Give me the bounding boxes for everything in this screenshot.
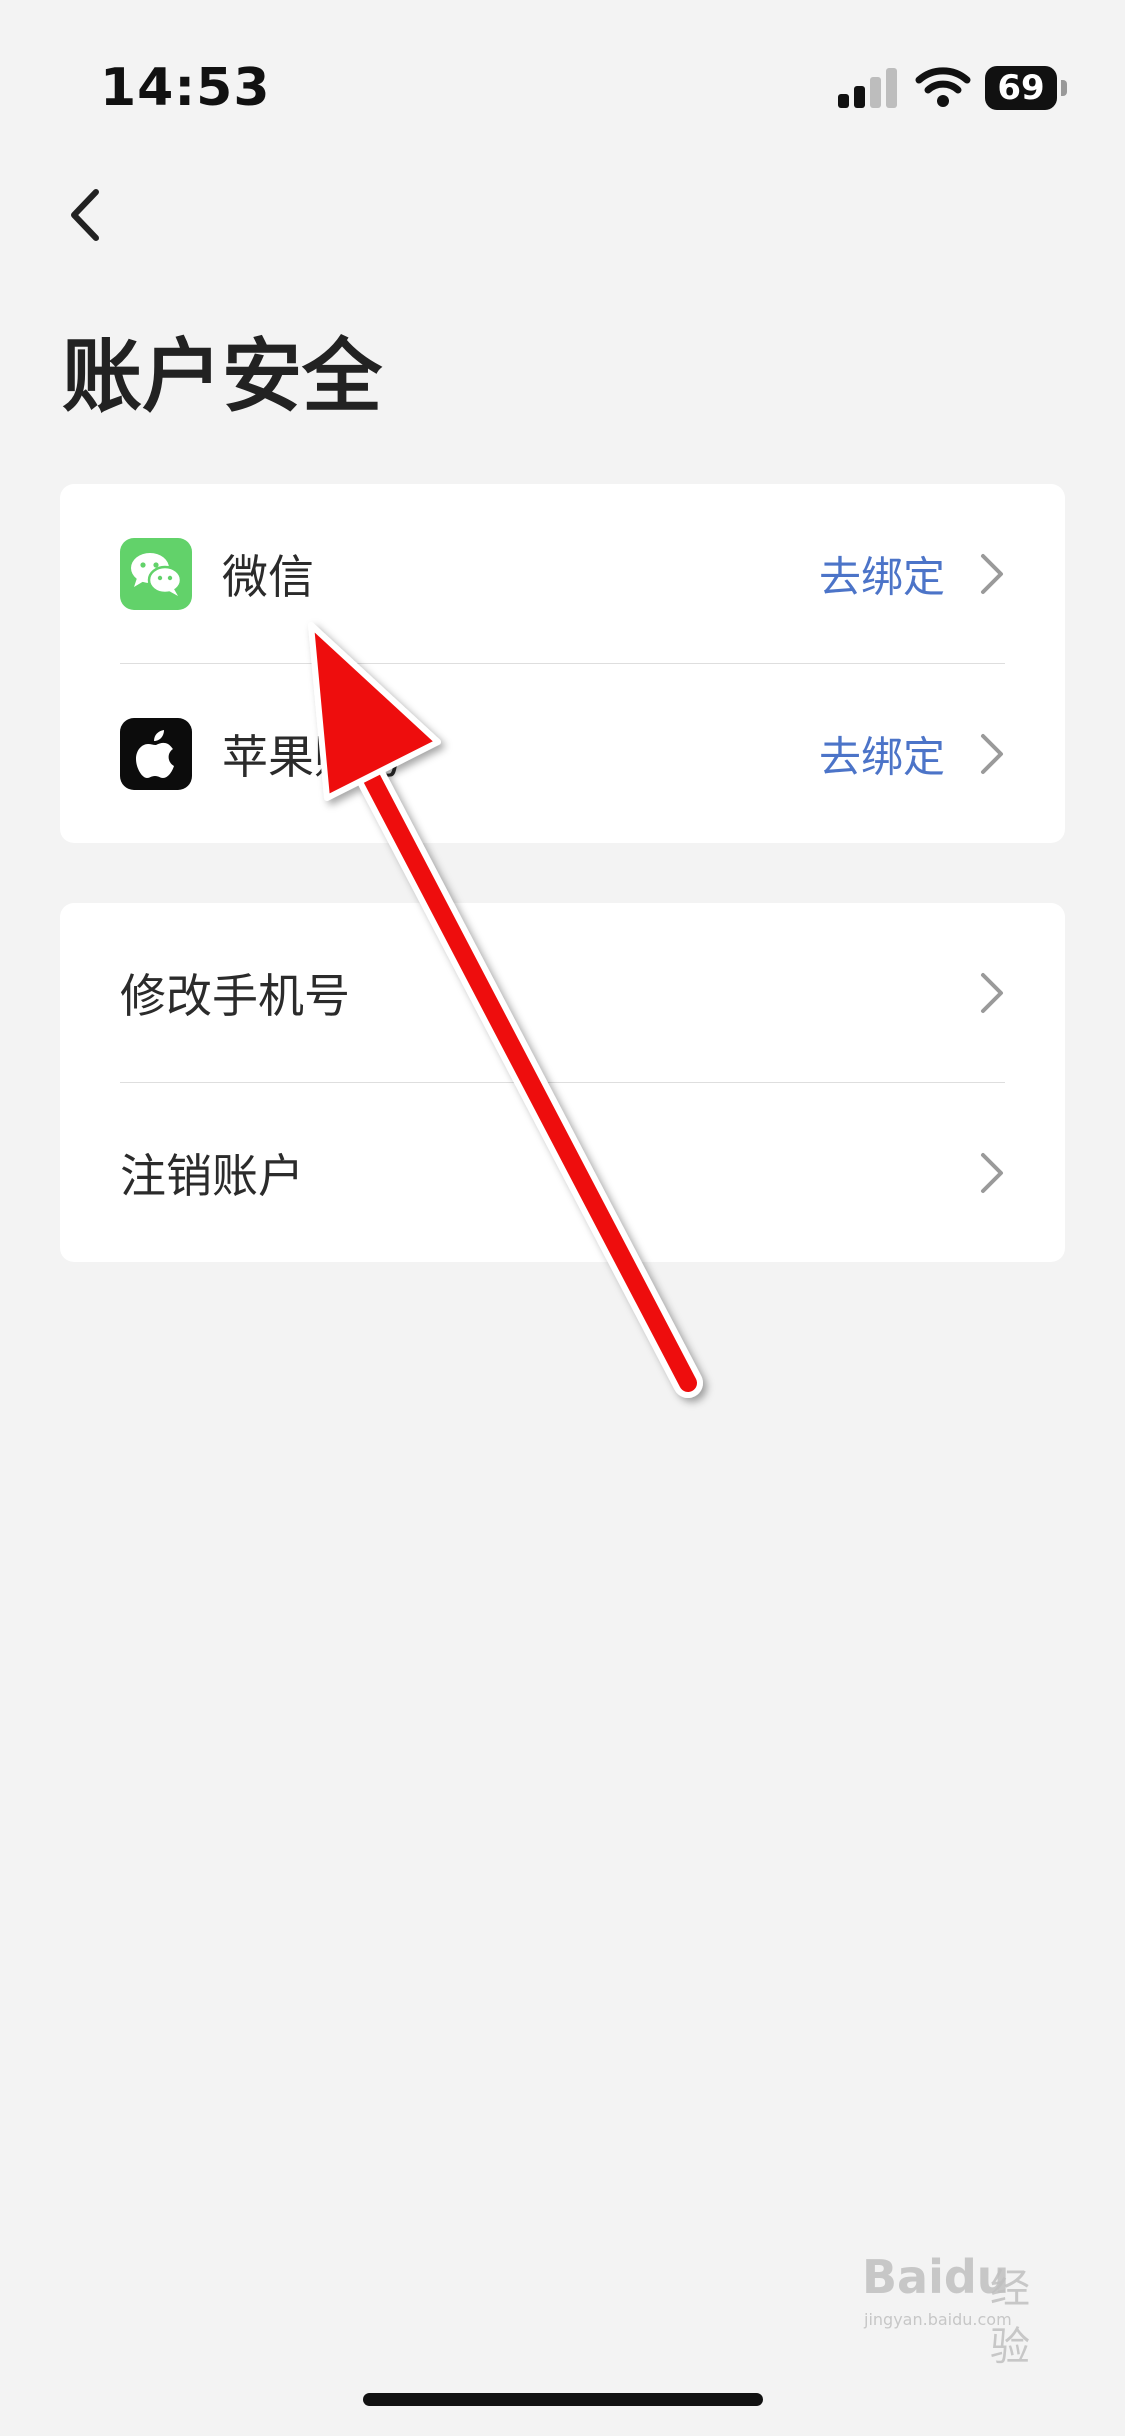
watermark-logo: Baidu (862, 2250, 1010, 2304)
status-bar: 14:53 69 (0, 0, 1125, 150)
status-time: 14:53 (100, 58, 271, 118)
change-phone-label: 修改手机号 (120, 968, 350, 1023)
battery-icon: 69 (985, 66, 1071, 110)
chevron-right-icon (981, 972, 1003, 1013)
wifi-icon (915, 67, 971, 107)
chevron-right-icon (981, 553, 1003, 594)
chevron-right-icon (981, 733, 1003, 774)
chevron-left-icon[interactable] (58, 180, 118, 250)
delete-account-label: 注销账户 (120, 1148, 304, 1203)
baidu-jingyan-watermark: Baidu 经验 jingyan.baidu.com (862, 2240, 1067, 2370)
apple-label: 苹果账号 (222, 729, 406, 784)
apple-icon (120, 718, 192, 790)
battery-cap (1061, 80, 1067, 96)
delete-account-row[interactable]: 注销账户 (60, 1083, 1065, 1262)
cellular-signal-icon (838, 68, 897, 108)
wechat-binding-row[interactable]: 微信 去绑定 (60, 484, 1065, 664)
page-title: 账户安全 (62, 330, 382, 423)
wechat-icon (120, 538, 192, 610)
chevron-right-icon (981, 1152, 1003, 1193)
wechat-bind-link[interactable]: 去绑定 (819, 543, 945, 604)
watermark-url: jingyan.baidu.com (864, 2310, 1012, 2329)
third-party-bindings-card: 微信 去绑定 苹果账号 去绑定 (60, 484, 1065, 843)
wechat-label: 微信 (222, 549, 314, 604)
apple-bind-link[interactable]: 去绑定 (819, 723, 945, 784)
home-indicator[interactable] (363, 2393, 763, 2406)
apple-binding-row[interactable]: 苹果账号 去绑定 (60, 664, 1065, 843)
account-settings-card: 修改手机号 注销账户 (60, 903, 1065, 1262)
battery-level: 69 (985, 66, 1057, 110)
change-phone-row[interactable]: 修改手机号 (60, 903, 1065, 1083)
